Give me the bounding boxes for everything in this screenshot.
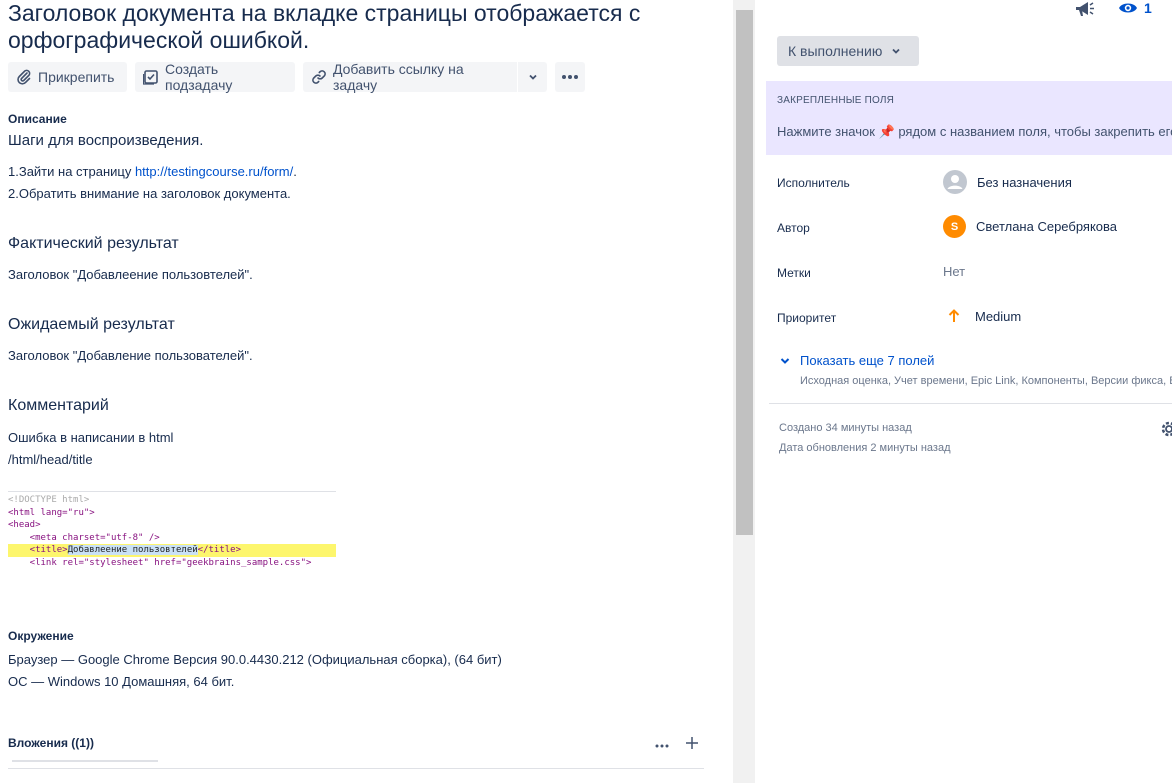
- unassigned-avatar-icon: [943, 170, 967, 194]
- more-icon: [562, 75, 578, 79]
- code-line-meta: <meta charset="utf-8" />: [8, 532, 160, 543]
- environment-label: Окружение: [8, 629, 74, 643]
- settings-button[interactable]: [1160, 420, 1172, 443]
- paperclip-icon: [17, 69, 31, 85]
- avatar: S: [943, 215, 966, 238]
- megaphone-icon: [1076, 2, 1094, 16]
- step-1-text: 1.Зайти на страницу: [8, 164, 135, 179]
- pinned-fields-title: ЗАКРЕПЛЕННЫЕ ПОЛЯ: [777, 95, 895, 106]
- chevron-down-icon: [780, 357, 790, 364]
- attachments-more-button[interactable]: [655, 736, 669, 754]
- created-time: Создано 34 минуты назад: [779, 422, 912, 434]
- status-dropdown[interactable]: К выполнению: [777, 36, 919, 66]
- arrow-up-icon: [948, 309, 960, 322]
- status-label: К выполнению: [788, 43, 883, 59]
- priority-label: Приоритет: [777, 311, 837, 325]
- pinned-fields-hint: Нажмите значок 📌 рядом с названием поля,…: [777, 124, 1172, 139]
- reporter-label: Автор: [777, 221, 810, 235]
- add-attachment-button[interactable]: [685, 736, 699, 755]
- comment-line-1: Ошибка в написании в html: [8, 430, 174, 445]
- actual-result-heading: Фактический результат: [8, 235, 179, 252]
- step-2: 2.Обратить внимание на заголовок докумен…: [8, 186, 291, 201]
- attach-label: Прикрепить: [38, 69, 115, 85]
- attach-button[interactable]: Прикрепить: [8, 62, 127, 92]
- expected-result-heading: Ожидаемый результат: [8, 316, 175, 333]
- assignee-value: Без назначения: [977, 174, 1072, 190]
- show-more-fields-label: Показать еще 7 полей: [800, 353, 935, 368]
- code-title-text: Добавлеение пользовтелей: [67, 545, 198, 555]
- comment-heading: Комментарий: [8, 397, 109, 414]
- watchers-button[interactable]: 1: [1118, 0, 1152, 16]
- step-1: 1.Зайти на страницу http://testingcourse…: [8, 164, 297, 179]
- code-title-open: <title>: [8, 545, 68, 555]
- attachment-thumbnail[interactable]: [12, 760, 158, 762]
- more-fields-list: Исходная оценка, Учет времени, Epic Link…: [800, 375, 1172, 387]
- eye-icon: [1119, 3, 1137, 13]
- pinned-fields-panel: [766, 81, 1172, 155]
- assignee-label: Исполнитель: [777, 176, 850, 190]
- form-page-link[interactable]: http://testingcourse.ru/form/: [135, 164, 293, 179]
- code-screenshot: <!DOCTYPE html> <html lang="ru"> <head> …: [8, 491, 336, 579]
- environment-os: ОС — Windows 10 Домашняя, 64 бит.: [8, 674, 235, 689]
- priority-value: Medium: [975, 308, 1022, 324]
- reporter-value: Светлана Серебрякова: [976, 219, 1118, 234]
- add-issue-link-button[interactable]: Добавить ссылку на задачу: [303, 61, 517, 93]
- steps-heading: Шаги для воспроизведения.: [8, 132, 204, 149]
- labels-label: Метки: [777, 266, 811, 280]
- comment-line-2: /html/head/title: [8, 452, 93, 467]
- actual-result-text: Заголовок "Добавлеение пользовтелей".: [8, 267, 253, 282]
- gear-icon: [1161, 421, 1172, 437]
- chevron-down-icon: [528, 74, 537, 80]
- reporter-field[interactable]: S Светлана Серебрякова: [943, 215, 1117, 238]
- subtask-label: Создать подзадачу: [165, 61, 233, 93]
- more-actions-button[interactable]: [555, 62, 585, 92]
- expected-result-text: Заголовок "Добавление пользователей".: [8, 348, 253, 363]
- issue-title[interactable]: Заголовок документа на вкладке страницы …: [8, 0, 708, 54]
- attachments-label: Вложения ((1)): [8, 736, 94, 750]
- add-issue-link-label: Добавить ссылку на задачу: [333, 61, 464, 93]
- link-dropdown-button[interactable]: [518, 62, 547, 92]
- code-line-title: <title>Добавлеение пользовтелей</title>: [8, 544, 336, 557]
- environment-browser: Браузер — Google Chrome Версия 90.0.4430…: [8, 652, 502, 667]
- code-title-close: </title>: [197, 545, 242, 555]
- labels-value[interactable]: Нет: [943, 264, 965, 279]
- chevron-down-icon: [892, 48, 900, 54]
- feedback-button[interactable]: [1074, 0, 1096, 23]
- more-icon: [655, 744, 669, 748]
- plus-icon: [686, 737, 698, 749]
- description-label: Описание: [8, 112, 67, 126]
- watchers-count: 1: [1144, 0, 1152, 16]
- priority-field[interactable]: Medium: [947, 308, 1021, 324]
- details-divider: [769, 403, 1172, 404]
- code-line-head: <head>: [8, 520, 41, 530]
- subtask-icon: [143, 70, 158, 85]
- show-more-fields-button[interactable]: Показать еще 7 полей: [779, 353, 934, 368]
- code-line-html: <html lang="ru">: [8, 507, 95, 518]
- updated-time: Дата обновления 2 минуты назад: [779, 442, 951, 454]
- attachments-divider: [8, 768, 704, 769]
- step-1-suffix: .: [293, 164, 297, 179]
- code-line-link: <link rel="stylesheet" href="geekbrains_…: [8, 557, 312, 568]
- assignee-field[interactable]: Без назначения: [943, 170, 1072, 194]
- link-icon: [312, 70, 326, 84]
- create-subtask-button[interactable]: Создать подзадачу: [135, 61, 295, 93]
- scrollbar-thumb[interactable]: [736, 10, 753, 535]
- code-line-doctype: <!DOCTYPE html>: [8, 495, 90, 505]
